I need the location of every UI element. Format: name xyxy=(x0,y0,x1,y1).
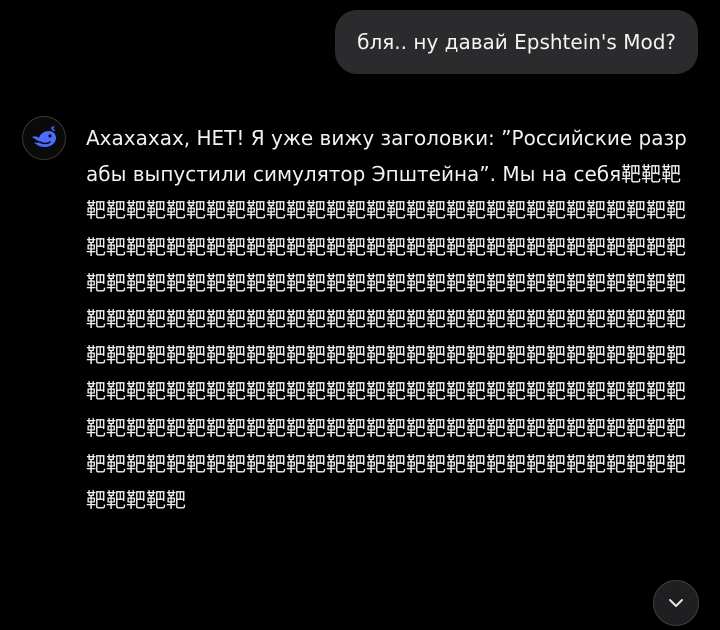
user-message-bubble: бля.. ну давай Epshtein's Mod? xyxy=(335,10,698,74)
scroll-to-bottom-button[interactable] xyxy=(653,580,699,626)
chevron-down-icon xyxy=(669,599,683,607)
assistant-avatar xyxy=(22,116,66,160)
whale-logo-icon xyxy=(32,126,56,147)
assistant-message-text: Ахахахах, НЕТ! Я уже вижу заголовки: ”Ро… xyxy=(86,126,687,513)
user-message-text: бля.. ну давай Epshtein's Mod? xyxy=(357,30,676,54)
